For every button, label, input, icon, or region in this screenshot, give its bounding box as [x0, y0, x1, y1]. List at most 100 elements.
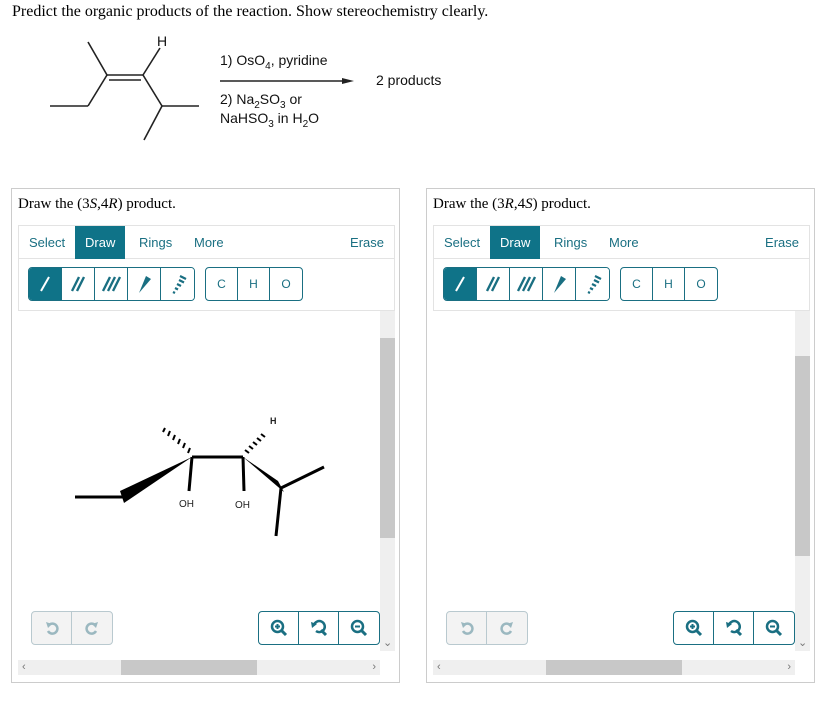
wedge-bond: [120, 457, 192, 503]
bond: [241, 456, 246, 492]
mode-toolbar: Select Draw Rings More Erase: [433, 225, 810, 259]
tab-draw[interactable]: Draw: [490, 226, 541, 259]
bond: [187, 456, 194, 492]
atom-o-button[interactable]: O: [270, 268, 302, 300]
atom-tool-group: C H O: [620, 267, 718, 301]
hash-bond-button[interactable]: [576, 268, 609, 300]
hash-bond: [244, 433, 266, 454]
atom-h-button[interactable]: H: [238, 268, 270, 300]
double-bond-button[interactable]: [477, 268, 510, 300]
product-count-text: 2 products: [376, 72, 442, 88]
zoom-in-button[interactable]: [674, 612, 714, 644]
single-bond-icon: [455, 276, 465, 292]
hash-bond-icon: [587, 275, 601, 294]
horizontal-scroll-thumb[interactable]: [546, 660, 682, 675]
zoom-out-icon: [350, 619, 368, 637]
bond: [143, 105, 163, 141]
drawing-canvas[interactable]: OH OH H: [18, 311, 380, 669]
scroll-right-arrow[interactable]: ›: [372, 660, 376, 675]
drawing-canvas[interactable]: [433, 311, 795, 669]
vertical-scroll-thumb[interactable]: [795, 356, 810, 556]
undo-button[interactable]: [447, 612, 487, 644]
zoom-out-button[interactable]: [754, 612, 794, 644]
horizontal-scroll-thumb[interactable]: [121, 660, 257, 675]
erase-button[interactable]: Erase: [340, 226, 394, 259]
wedge-bond-button[interactable]: [543, 268, 576, 300]
scroll-left-arrow[interactable]: ‹: [437, 660, 441, 675]
bond-tool-group: [28, 267, 195, 301]
bond: [280, 465, 325, 490]
horizontal-scrollbar[interactable]: ‹ ›: [433, 660, 795, 675]
tab-more[interactable]: More: [184, 226, 234, 259]
wedge-bond-button[interactable]: [128, 268, 161, 300]
atom-label-oh: OH: [235, 500, 250, 511]
vertical-scroll-thumb[interactable]: [380, 338, 395, 538]
atom-c-button[interactable]: C: [206, 268, 238, 300]
triple-bond-icon: [516, 276, 536, 292]
reagent-step2-line1: 2) Na2SO3 or: [220, 91, 302, 111]
single-bond-button[interactable]: [444, 268, 477, 300]
triple-bond-button[interactable]: [510, 268, 543, 300]
scroll-down-arrow[interactable]: ⌄: [798, 636, 807, 651]
tab-select[interactable]: Select: [19, 226, 75, 259]
history-group: [446, 611, 528, 645]
atom-label-h: H: [270, 416, 277, 426]
tab-rings[interactable]: Rings: [129, 226, 182, 259]
single-bond-icon: [40, 276, 50, 292]
bond: [87, 41, 108, 76]
triple-bond-button[interactable]: [95, 268, 128, 300]
undo-icon: [45, 622, 59, 635]
horizontal-scrollbar[interactable]: ‹ ›: [18, 660, 380, 675]
tab-more[interactable]: More: [599, 226, 649, 259]
reaction-scheme: H 1) OsO4, pyridine 2) Na2SO3 or NaHSO3 …: [0, 28, 480, 158]
atom-o-button[interactable]: O: [685, 268, 717, 300]
single-bond-button[interactable]: [29, 268, 62, 300]
reagent-step1: 1) OsO4, pyridine: [220, 52, 328, 72]
tab-rings[interactable]: Rings: [544, 226, 597, 259]
zoom-out-icon: [765, 619, 783, 637]
panel-title: Draw the (3R,4S) product.: [433, 196, 591, 212]
mode-toolbar: Select Draw Rings More Erase: [18, 225, 395, 259]
reset-zoom-button[interactable]: [299, 612, 339, 644]
reagent-step2-line2: NaHSO3 in H2O: [220, 110, 320, 130]
erase-button[interactable]: Erase: [755, 226, 809, 259]
vertical-scrollbar[interactable]: ⌄: [380, 311, 395, 651]
panel-title: Draw the (3S,4R) product.: [18, 196, 176, 212]
drawing-panel-3r4s: Draw the (3R,4S) product. Select Draw Ri…: [426, 188, 815, 683]
bond: [87, 74, 108, 107]
vertical-scrollbar[interactable]: ⌄: [795, 311, 810, 651]
undo-button[interactable]: [32, 612, 72, 644]
atom-h-button[interactable]: H: [653, 268, 685, 300]
bond: [274, 487, 283, 537]
scroll-right-arrow[interactable]: ›: [787, 660, 791, 675]
bond: [142, 74, 163, 107]
zoom-in-button[interactable]: [259, 612, 299, 644]
redo-icon: [85, 622, 98, 635]
tab-select[interactable]: Select: [434, 226, 490, 259]
double-bond-icon: [485, 276, 501, 292]
reset-zoom-icon: [310, 619, 327, 637]
double-bond-icon: [70, 276, 86, 292]
zoom-out-button[interactable]: [339, 612, 379, 644]
wedge-bond-icon: [554, 276, 566, 293]
scroll-left-arrow[interactable]: ‹: [22, 660, 26, 675]
zoom-in-icon: [685, 619, 702, 637]
atom-c-button[interactable]: C: [621, 268, 653, 300]
hash-bond-button[interactable]: [161, 268, 194, 300]
draw-tools-row: C H O: [433, 259, 810, 311]
reset-zoom-button[interactable]: [714, 612, 754, 644]
triple-bond-icon: [101, 276, 121, 292]
redo-button[interactable]: [72, 612, 112, 644]
undo-icon: [460, 622, 474, 635]
atom-tool-group: C H O: [205, 267, 303, 301]
double-bond-button[interactable]: [62, 268, 95, 300]
wedge-bond: [243, 457, 284, 492]
atom-label-h: H: [157, 33, 168, 49]
scroll-down-arrow[interactable]: ⌄: [383, 636, 392, 651]
hash-bond-icon: [172, 275, 186, 294]
tab-draw[interactable]: Draw: [75, 226, 126, 259]
reset-zoom-icon: [725, 619, 742, 637]
history-group: [31, 611, 113, 645]
redo-button[interactable]: [487, 612, 527, 644]
wedge-bond-icon: [139, 276, 151, 293]
